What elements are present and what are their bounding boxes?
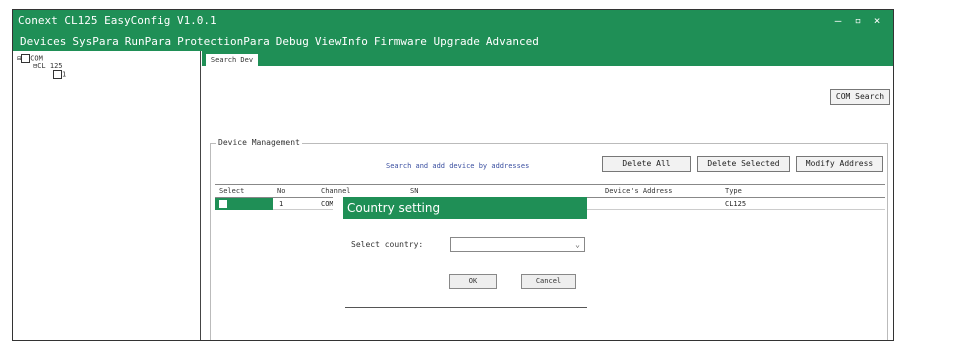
tree-node-device-1[interactable]: 1 (53, 70, 66, 80)
device-tree: ⊟ COM ⊟CL 125 1 (13, 51, 201, 340)
search-by-address-link[interactable]: Search and add device by addresses (386, 161, 529, 171)
menu-debug[interactable]: Debug (273, 32, 312, 51)
menu-firmware-upgrade[interactable]: Firmware Upgrade (371, 32, 483, 51)
row-select-cell[interactable] (215, 198, 273, 210)
menu-runpara[interactable]: RunPara (122, 32, 174, 51)
delete-selected-button[interactable]: Delete Selected (697, 156, 790, 172)
tree-checkbox-device-1[interactable] (53, 70, 62, 79)
window-title: Conext CL125 EasyConfig V1.0.1 (18, 14, 217, 27)
menu-syspara[interactable]: SysPara (69, 32, 121, 51)
country-dropdown[interactable]: ⌄ (450, 237, 585, 252)
minimize-button[interactable]: – (831, 10, 845, 32)
tree-label-device-1: 1 (62, 70, 67, 79)
row-channel: COM (321, 200, 334, 208)
dialog-title: Country setting (343, 197, 587, 219)
col-select: Select (219, 187, 245, 195)
device-management-label: Device Management (216, 138, 302, 148)
menu-bar: Devices SysPara RunPara ProtectionPara D… (13, 32, 893, 51)
close-button[interactable]: × (870, 10, 884, 32)
com-search-button[interactable]: COM Search (830, 89, 890, 105)
menu-viewinfo[interactable]: ViewInfo (312, 32, 371, 51)
app-window: Conext CL125 EasyConfig V1.0.1 – ▫ × Dev… (12, 9, 894, 341)
tab-search-dev[interactable]: Search Dev (206, 54, 258, 66)
col-device-address: Device's Address (605, 187, 673, 195)
col-type: Type (725, 187, 742, 195)
row-no: 1 (279, 200, 284, 208)
menu-devices[interactable]: Devices (17, 32, 69, 51)
menu-advanced[interactable]: Advanced (483, 32, 542, 51)
tab-strip: Search Dev (202, 51, 893, 66)
country-setting-dialog: Country setting Select country: ⌄ OK Can… (333, 197, 587, 309)
title-bar: Conext CL125 EasyConfig V1.0.1 – ▫ × (13, 10, 893, 32)
device-grid-header: Select No Channel SN Device's Address Ty… (215, 184, 885, 198)
modify-address-button[interactable]: Modify Address (796, 156, 883, 172)
tree-label-cl125: CL 125 (37, 62, 63, 70)
select-country-label: Select country: (351, 240, 424, 249)
delete-all-button[interactable]: Delete All (602, 156, 691, 172)
ok-button[interactable]: OK (449, 274, 497, 289)
row-select-checkbox[interactable] (219, 200, 227, 208)
chevron-down-icon[interactable]: ⌄ (575, 240, 580, 249)
cancel-button[interactable]: Cancel (521, 274, 576, 289)
dialog-divider (345, 307, 587, 308)
maximize-button[interactable]: ▫ (851, 10, 865, 32)
row-type: CL125 (725, 200, 747, 208)
col-no: No (277, 187, 286, 195)
tree-checkbox-com[interactable] (21, 54, 31, 63)
menu-protectionpara[interactable]: ProtectionPara (174, 32, 273, 51)
